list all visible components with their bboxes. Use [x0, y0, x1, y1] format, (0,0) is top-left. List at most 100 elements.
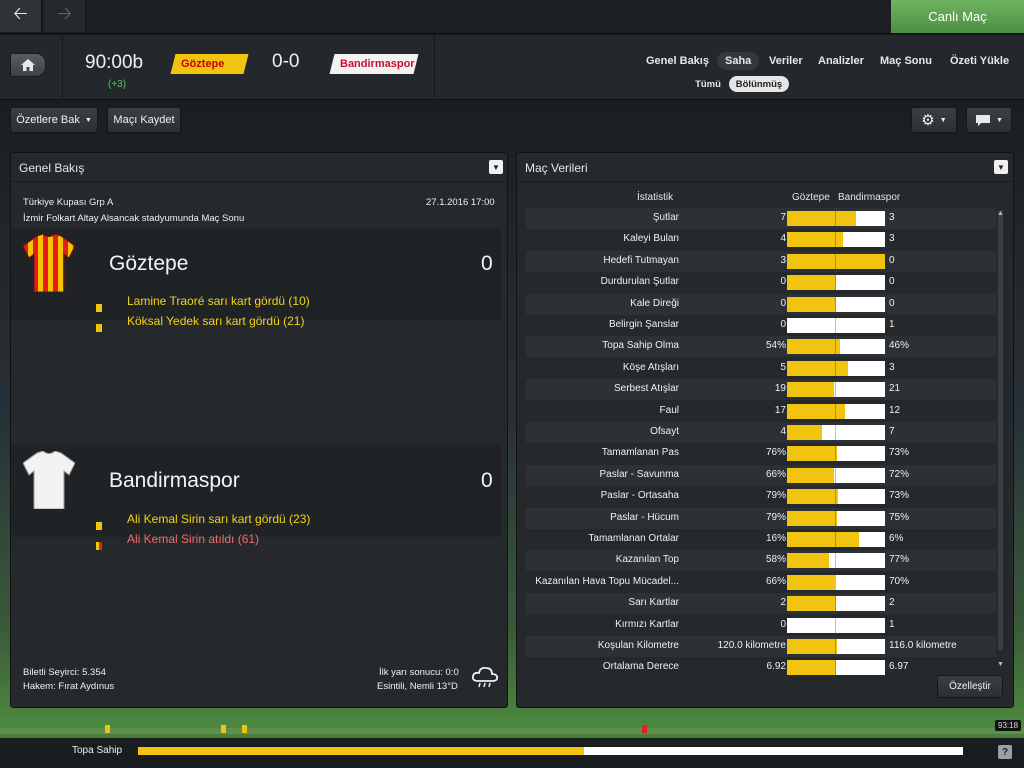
- stat-away-value: 3: [889, 361, 895, 373]
- menu-analysis[interactable]: Analizler: [818, 55, 864, 67]
- yellow-card-icon: [96, 522, 102, 530]
- stat-label: Hedefi Tutmayan: [603, 254, 679, 266]
- stat-bar-midline: [835, 639, 836, 654]
- subtab-split[interactable]: Bölünmüş: [729, 76, 789, 92]
- stat-home-value: 17: [774, 404, 786, 416]
- home-team-score: 0: [481, 252, 493, 275]
- stat-bar-midline: [835, 275, 836, 291]
- speech-bubble-icon: [976, 114, 991, 126]
- stat-bar-midline: [835, 660, 836, 676]
- stat-home-value: 5: [780, 361, 786, 373]
- stat-row: Sarı Kartlar 2 2: [526, 593, 996, 615]
- stat-home-share-fill: [787, 275, 836, 291]
- stat-row: Tamamlanan Pas 76% 73%: [526, 443, 996, 464]
- stat-comparison-bar: [787, 211, 885, 226]
- menu-match-end[interactable]: Maç Sonu: [880, 55, 932, 67]
- stat-label: Kazanılan Hava Topu Mücadel...: [535, 575, 679, 587]
- stat-bar-midline: [835, 360, 836, 376]
- menu-pitch[interactable]: Saha: [717, 52, 760, 70]
- stats-scrollbar[interactable]: [998, 210, 1003, 650]
- stat-bar-midline: [835, 232, 836, 248]
- customize-button[interactable]: Özelleştir: [937, 675, 1003, 698]
- stat-home-share-fill: [787, 660, 836, 676]
- stat-comparison-bar: [787, 339, 885, 355]
- added-time: (+3): [108, 79, 127, 90]
- referee-label: Hakem: Fırat Aydınus: [23, 681, 115, 692]
- menu-upload-summary[interactable]: Özeti Yükle: [950, 55, 1009, 67]
- stat-label: Kaleyi Bulan: [623, 233, 679, 245]
- stat-bar-midline: [835, 574, 836, 590]
- stat-label: Tamamlanan Ortalar: [588, 533, 679, 544]
- match-header: 90:00b (+3) Göztepe 0-0 Bandirmaspor Gen…: [0, 35, 1024, 100]
- stat-away-value: 6%: [889, 533, 904, 544]
- stat-comparison-bar: [787, 275, 885, 291]
- panel-menu-button[interactable]: ▼: [489, 160, 503, 174]
- chat-dropdown[interactable]: ▼: [966, 107, 1012, 133]
- event-text: Lamine Traoré sarı kart gördü (10): [127, 294, 310, 308]
- stat-away-value: 2: [889, 597, 895, 609]
- stat-home-share-fill: [787, 425, 823, 440]
- arrow-left-icon: 🡠: [13, 3, 28, 23]
- stat-label: Paslar - Ortasaha: [600, 490, 679, 502]
- stat-comparison-bar: [787, 660, 885, 676]
- stat-away-value: 21: [889, 383, 901, 395]
- stat-bar-midline: [835, 211, 836, 226]
- timeline-event-marker[interactable]: [642, 725, 648, 733]
- home-icon: [21, 59, 35, 71]
- top-bar: 🡠 🡢 Canlı Maç: [0, 0, 1024, 34]
- stat-away-value: 0: [889, 276, 895, 288]
- stat-away-value: 0: [889, 254, 895, 266]
- stat-home-share-fill: [787, 211, 856, 226]
- back-button[interactable]: 🡠: [0, 0, 42, 32]
- stat-comparison-bar: [787, 574, 885, 590]
- match-timeline[interactable]: 93:18: [0, 720, 1024, 738]
- stat-row: Köşe Atışları 5 3: [526, 358, 996, 379]
- away-team-name: Bandirmaspor: [109, 469, 240, 492]
- subtab-all[interactable]: Tümü: [690, 76, 726, 92]
- stat-home-value: 120.0 kilometre: [717, 640, 786, 651]
- timeline-event-marker[interactable]: [105, 725, 111, 733]
- save-match-button[interactable]: Maçı Kaydet: [107, 107, 181, 133]
- away-team-badge[interactable]: Bandirmaspor: [329, 54, 419, 74]
- scroll-up-icon[interactable]: ▲: [997, 210, 1004, 217]
- event-text: Ali Kemal Sirin atıldı (61): [127, 532, 260, 546]
- stat-comparison-bar: [787, 639, 885, 654]
- help-button[interactable]: ?: [998, 745, 1012, 759]
- venue-label: İzmir Folkart Altay Alsancak stadyumunda…: [23, 213, 245, 224]
- stat-away-value: 73%: [889, 447, 910, 459]
- stat-label: Belirgin Şanslar: [608, 319, 679, 330]
- stat-bar-midline: [835, 617, 836, 633]
- stat-home-share-fill: [787, 253, 885, 269]
- live-match-button[interactable]: Canlı Maç: [891, 0, 1024, 33]
- stat-away-value: 3: [889, 212, 895, 223]
- stat-row: Belirgin Şanslar 0 1: [526, 315, 996, 336]
- stat-bar-midline: [835, 489, 836, 505]
- stat-away-value: 3: [889, 233, 895, 245]
- highlights-dropdown[interactable]: Özetlere Bak ▼: [10, 107, 98, 133]
- stat-row: Kale Direği 0 0: [526, 293, 996, 315]
- stat-home-value: 0: [780, 618, 786, 630]
- panel-menu-button[interactable]: ▼: [994, 160, 1008, 174]
- rain-cloud-icon: [471, 666, 499, 688]
- forward-button[interactable]: 🡢: [44, 0, 86, 32]
- chevron-down-icon: ▼: [939, 116, 947, 124]
- scroll-down-icon[interactable]: ▼: [997, 661, 1004, 668]
- stat-label: Durdurulan Şutlar: [600, 276, 679, 288]
- settings-dropdown[interactable]: ⚙ ▼: [911, 107, 957, 133]
- timeline-event-marker[interactable]: [242, 725, 248, 733]
- stat-row: Paslar - Hücum 79% 75%: [526, 507, 996, 529]
- stat-comparison-bar: [787, 296, 885, 312]
- home-team-badge[interactable]: Göztepe: [170, 54, 249, 74]
- toolbar: Özetlere Bak ▼ Maçı Kaydet ⚙ ▼ ▼: [0, 100, 1024, 146]
- home-button[interactable]: [10, 53, 46, 77]
- stat-home-value: 66%: [765, 468, 786, 480]
- stat-away-value: 0: [889, 297, 895, 309]
- menu-overview[interactable]: Genel Bakış: [646, 55, 709, 67]
- timeline-event-marker[interactable]: [221, 725, 227, 733]
- stat-bar-midline: [835, 339, 836, 355]
- home-kit-icon: [23, 234, 75, 292]
- stat-away-value: 1: [889, 319, 895, 330]
- stat-home-value: 7: [780, 212, 786, 223]
- stat-bar-midline: [835, 510, 836, 526]
- menu-data[interactable]: Veriler: [769, 55, 803, 67]
